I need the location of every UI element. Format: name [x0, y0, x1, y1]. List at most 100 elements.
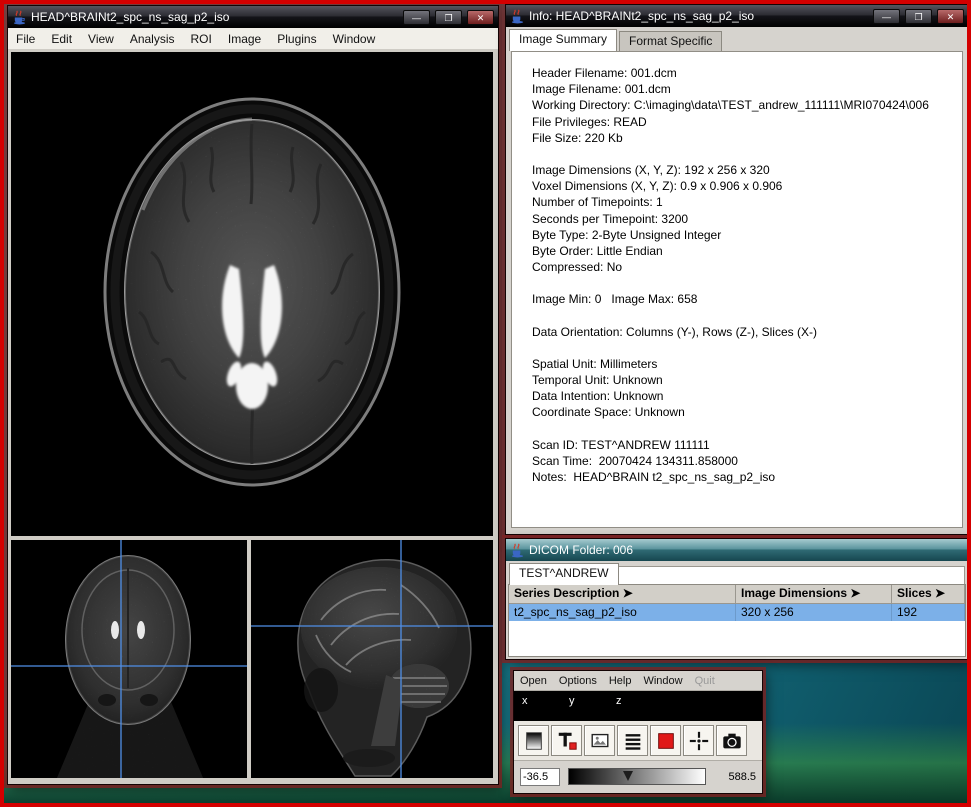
menu-lines-button[interactable]: [617, 725, 648, 756]
lut-gradient-icon: [523, 730, 545, 752]
image-window-titlebar[interactable]: HEAD^BRAINt2_spc_ns_sag_p2_iso — ❐ ✕: [8, 6, 498, 28]
menu-analysis[interactable]: Analysis: [122, 30, 183, 48]
info-tab-bar: Image Summary Format Specific: [509, 30, 724, 51]
maximize-button[interactable]: ❐: [905, 9, 932, 24]
close-button[interactable]: ✕: [467, 10, 494, 25]
info-line: Compressed: No: [532, 259, 962, 275]
menu-plugins[interactable]: Plugins: [269, 30, 324, 48]
image-capture-button[interactable]: [584, 725, 615, 756]
info-window: Info: HEAD^BRAINt2_spc_ns_sag_p2_iso — ❐…: [505, 4, 969, 535]
sagittal-viewport[interactable]: [251, 540, 493, 778]
position-readout: x y z: [514, 691, 762, 721]
picture-icon: [589, 730, 611, 752]
info-line: Image Min: 0 Image Max: 658: [532, 291, 962, 307]
menu-edit[interactable]: Edit: [43, 30, 80, 48]
menu-open[interactable]: Open: [514, 673, 553, 689]
series-table-header: Series Description ➤ Image Dimensions ➤ …: [509, 585, 965, 604]
crosshair-button[interactable]: [683, 725, 714, 756]
java-icon: [12, 10, 27, 25]
intensity-slider[interactable]: [568, 768, 706, 785]
intensity-min-field[interactable]: [520, 768, 560, 786]
minimize-button[interactable]: —: [403, 10, 430, 25]
cell-slices: 192: [892, 604, 965, 621]
info-line: Voxel Dimensions (X, Y, Z): 0.9 x 0.906 …: [532, 178, 962, 194]
sagittal-mri-image: [251, 540, 493, 778]
menu-view[interactable]: View: [80, 30, 122, 48]
tab-image-summary[interactable]: Image Summary: [509, 29, 617, 51]
menu-roi[interactable]: ROI: [183, 30, 220, 48]
cell-series-description: t2_spc_ns_sag_p2_iso: [509, 604, 736, 621]
menu-image[interactable]: Image: [220, 30, 269, 48]
info-line: File Privileges: READ: [532, 114, 962, 130]
info-line: File Size: 220 Kb: [532, 130, 962, 146]
text-annotation-button[interactable]: [551, 725, 582, 756]
info-window-title: Info: HEAD^BRAINt2_spc_ns_sag_p2_iso: [529, 9, 868, 23]
coronal-viewport[interactable]: [11, 540, 247, 778]
image-window: HEAD^BRAINt2_spc_ns_sag_p2_iso — ❐ ✕ Fil…: [7, 5, 499, 785]
info-line: [532, 340, 962, 356]
minimize-button[interactable]: —: [873, 9, 900, 24]
info-line: Scan Time: 20070424 134311.858000: [532, 453, 962, 469]
info-line: Working Directory: C:\imaging\data\TEST_…: [532, 97, 962, 113]
info-line: Coordinate Space: Unknown: [532, 404, 962, 420]
info-line: Number of Timepoints: 1: [532, 194, 962, 210]
info-line: Byte Order: Little Endian: [532, 243, 962, 259]
info-line: Byte Type: 2-Byte Unsigned Integer: [532, 227, 962, 243]
menu-file[interactable]: File: [8, 30, 43, 48]
paint-color-button[interactable]: [650, 725, 681, 756]
tab-filler: [602, 566, 965, 585]
tab-test-andrew[interactable]: TEST^ANDREW: [509, 563, 619, 585]
menu-options[interactable]: Options: [553, 673, 603, 689]
info-line: Header Filename: 001.dcm: [532, 65, 962, 81]
camera-snapshot-button[interactable]: [716, 725, 747, 756]
intensity-range-row: 588.5: [514, 761, 762, 792]
dicom-window-title: DICOM Folder: 006: [529, 543, 964, 557]
info-line: [532, 275, 962, 291]
menu-quit[interactable]: Quit: [689, 673, 721, 689]
x-axis-label: x: [522, 695, 528, 707]
lut-button[interactable]: [518, 725, 549, 756]
crosshair-icon: [688, 730, 710, 752]
info-line: Notes: HEAD^BRAIN t2_spc_ns_sag_p2_iso: [532, 469, 962, 485]
column-image-dimensions[interactable]: Image Dimensions ➤: [736, 585, 892, 603]
java-icon: [510, 9, 525, 24]
intensity-max-label: 588.5: [714, 771, 756, 783]
java-icon: [510, 543, 525, 558]
toolbar-menubar: Open Options Help Window Quit: [514, 671, 762, 691]
image-window-title: HEAD^BRAINt2_spc_ns_sag_p2_iso: [31, 10, 398, 24]
info-line: [532, 421, 962, 437]
info-line: [532, 308, 962, 324]
image-window-menubar: File Edit View Analysis ROI Image Plugin…: [8, 28, 498, 50]
info-line: Spatial Unit: Millimeters: [532, 356, 962, 372]
horizontal-lines-icon: [622, 730, 644, 752]
dicom-window-titlebar[interactable]: DICOM Folder: 006: [506, 539, 968, 561]
image-canvas-area: [8, 49, 498, 784]
close-button[interactable]: ✕: [937, 9, 964, 24]
slider-thumb[interactable]: [623, 771, 633, 781]
maximize-button[interactable]: ❐: [435, 10, 462, 25]
info-window-titlebar[interactable]: Info: HEAD^BRAINt2_spc_ns_sag_p2_iso — ❐…: [506, 5, 968, 27]
series-row-selected[interactable]: t2_spc_ns_sag_p2_iso 320 x 256 192: [509, 604, 965, 621]
axial-mri-image: [11, 52, 493, 536]
toolbar-window: Open Options Help Window Quit x y z: [513, 670, 763, 794]
info-line: Data Intention: Unknown: [532, 388, 962, 404]
column-slices[interactable]: Slices ➤: [892, 585, 965, 603]
cell-image-dimensions: 320 x 256: [736, 604, 892, 621]
text-icon: [556, 730, 578, 752]
image-summary-panel: Header Filename: 001.dcm Image Filename:…: [511, 51, 963, 528]
tab-format-specific[interactable]: Format Specific: [619, 31, 722, 51]
toolbar-buttons: [514, 721, 762, 761]
red-swatch-icon: [655, 730, 677, 752]
camera-icon: [721, 730, 743, 752]
menu-window[interactable]: Window: [637, 673, 688, 689]
info-line: Data Orientation: Columns (Y-), Rows (Z-…: [532, 324, 962, 340]
coronal-mri-image: [11, 540, 247, 778]
info-line: [532, 146, 962, 162]
info-line: Temporal Unit: Unknown: [532, 372, 962, 388]
info-line: Image Dimensions (X, Y, Z): 192 x 256 x …: [532, 162, 962, 178]
menu-window[interactable]: Window: [325, 30, 384, 48]
desktop: HEAD^BRAINt2_spc_ns_sag_p2_iso — ❐ ✕ Fil…: [0, 0, 971, 807]
axial-viewport[interactable]: [11, 52, 493, 536]
menu-help[interactable]: Help: [603, 673, 638, 689]
column-series-description[interactable]: Series Description ➤: [509, 585, 736, 603]
